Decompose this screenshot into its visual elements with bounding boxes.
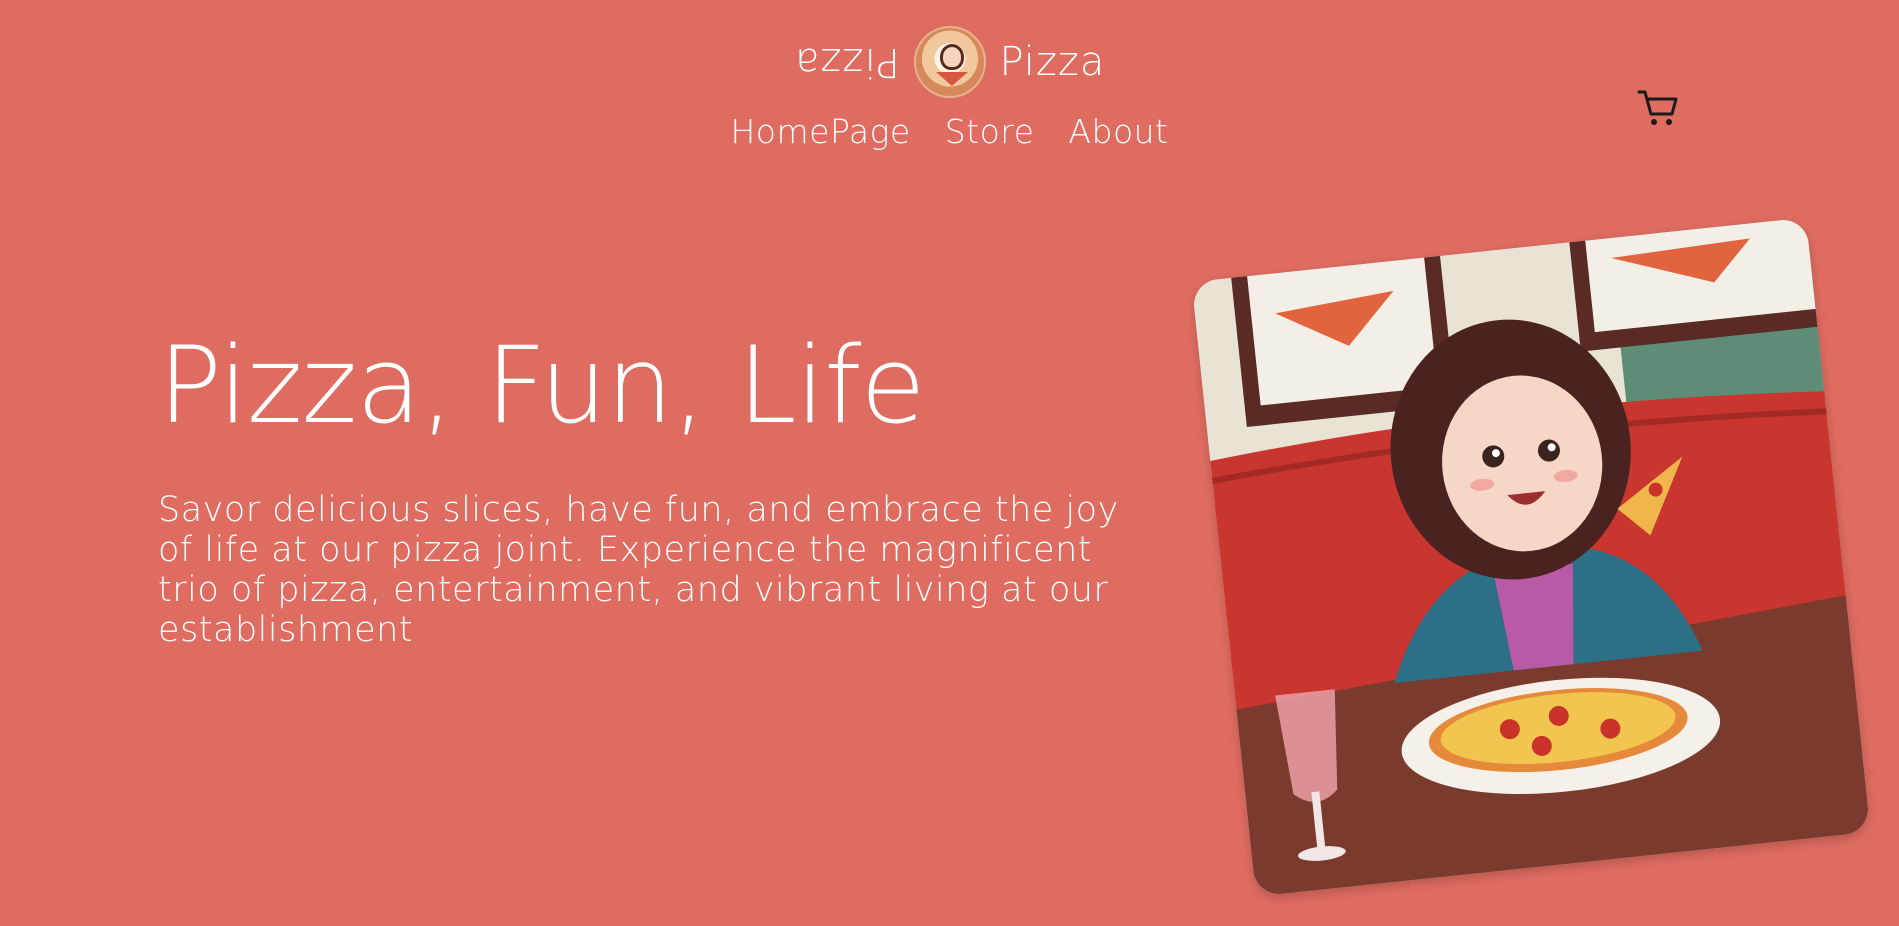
nav-about[interactable]: About xyxy=(1068,112,1168,151)
pizza-logo-icon[interactable] xyxy=(913,26,986,98)
logo-face xyxy=(939,44,964,70)
logo-slice xyxy=(935,72,968,86)
brand[interactable]: Pizza Pizza xyxy=(0,26,1899,98)
hero-title: Pizza, Fun, Life xyxy=(158,324,926,447)
brand-mirrored-text: Pizza xyxy=(793,39,900,85)
site-header: Pizza Pizza HomePage Store About xyxy=(0,0,1899,170)
hero-description: Savor delicious slices, have fun, and em… xyxy=(158,490,1119,650)
main-nav: HomePage Store About xyxy=(0,112,1899,151)
nav-homepage[interactable]: HomePage xyxy=(730,112,910,151)
shopping-cart-icon[interactable] xyxy=(1636,88,1680,128)
brand-text: Pizza xyxy=(999,39,1106,85)
nav-store[interactable]: Store xyxy=(945,112,1035,151)
girl-eating-pizza-illustration xyxy=(1191,217,1871,897)
